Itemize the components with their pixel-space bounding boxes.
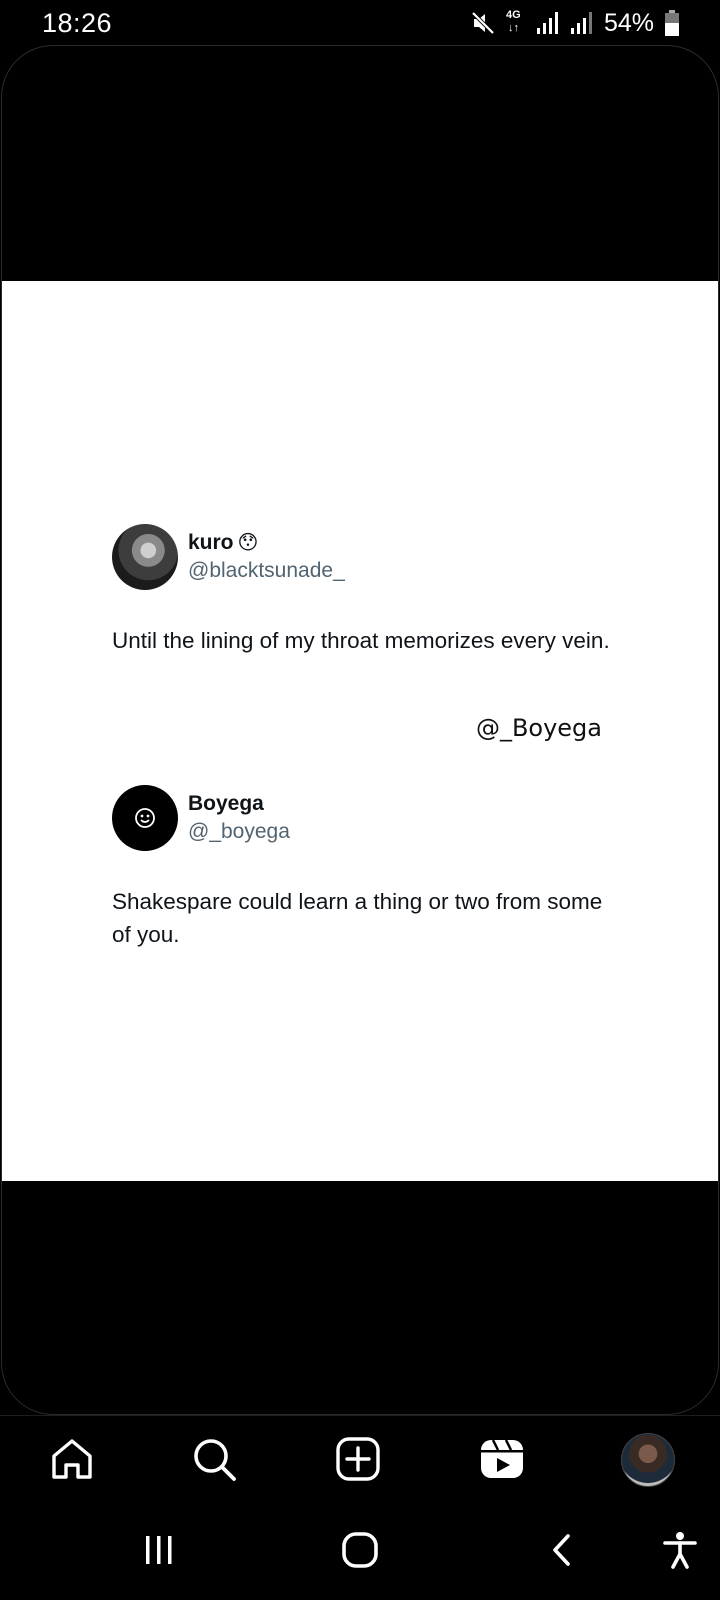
bottom-nav [0, 1415, 720, 1501]
mute-icon [471, 11, 495, 35]
avatar [112, 524, 178, 590]
display-name: Boyega [188, 791, 290, 817]
battery-percent: 54% [603, 8, 654, 37]
tweet-names: kuro 😯 @blacktsunade_ [188, 530, 345, 584]
display-name: kuro 😯 [188, 530, 345, 556]
avatar [112, 785, 178, 851]
status-bar: 18:26 4G ↓↑ 54% [0, 0, 720, 46]
home-icon[interactable] [47, 1434, 97, 1484]
signal-icon [570, 12, 592, 34]
tweet-header: kuro 😯 @blacktsunade_ [112, 524, 632, 590]
recents-icon[interactable] [134, 1525, 184, 1575]
tweet-names: Boyega @_boyega [188, 791, 290, 845]
display-name-text: kuro [188, 531, 234, 554]
watermark: @_Boyega [475, 714, 602, 742]
tweet-text: Shakespare could learn a thing or two fr… [112, 889, 603, 947]
reels-icon[interactable] [477, 1434, 527, 1484]
back-icon[interactable] [538, 1525, 588, 1575]
system-nav [0, 1500, 720, 1600]
accessibility-icon[interactable] [655, 1525, 705, 1575]
status-time: 18:26 [42, 8, 113, 38]
search-icon[interactable] [189, 1434, 239, 1484]
handle: @blacktsunade_ [188, 559, 345, 582]
tweet-header: Boyega @_boyega [112, 785, 632, 851]
post-media-frame[interactable]: kuro 😯 @blacktsunade_ Until the lining o… [1, 45, 719, 1415]
signal-icon [536, 12, 558, 34]
tweet-boyega: Boyega @_boyega Shakespare could learn a… [112, 785, 632, 951]
profile-avatar[interactable] [621, 1433, 675, 1487]
network-label: 4G [505, 9, 521, 21]
tweet-text: Until the lining of my throat memorizes … [112, 628, 610, 653]
display-name-text: Boyega [188, 792, 264, 815]
status-icons: 4G ↓↑ 54% [470, 8, 680, 38]
create-icon[interactable] [333, 1434, 383, 1484]
handle: @_boyega [188, 820, 290, 843]
smiley-logo-icon [135, 808, 155, 828]
post-image[interactable]: kuro 😯 @blacktsunade_ Until the lining o… [2, 281, 718, 1181]
network-4g-icon: 4G ↓↑ [505, 9, 521, 34]
tweet-kuro: kuro 😯 @blacktsunade_ Until the lining o… [112, 524, 632, 657]
emoji-icon: 😯 [237, 532, 259, 554]
profile-tab[interactable] [620, 1432, 676, 1488]
battery-icon [665, 10, 679, 36]
home-icon[interactable] [335, 1525, 385, 1575]
